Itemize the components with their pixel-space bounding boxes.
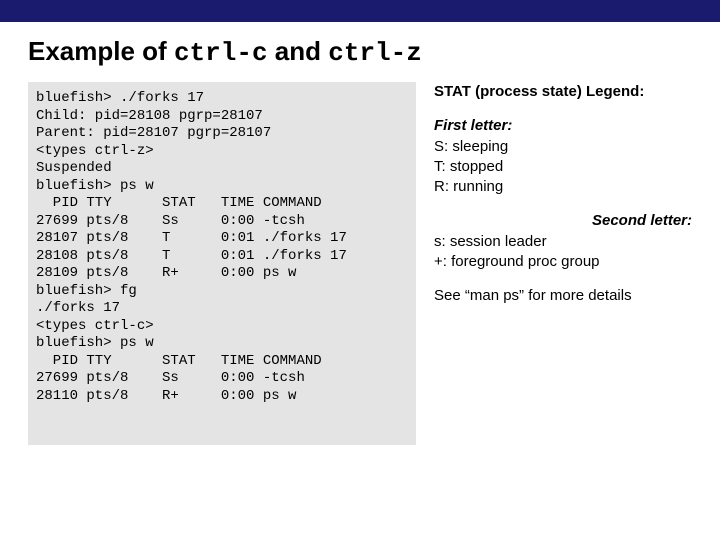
title-code-1: ctrl-c bbox=[174, 38, 268, 68]
first-letter-label: First letter: bbox=[434, 116, 692, 136]
title-mid: and bbox=[268, 36, 329, 66]
legend-t: T: stopped bbox=[434, 157, 692, 177]
legend-header: STAT (process state) Legend: bbox=[434, 82, 692, 102]
title-pre: Example of bbox=[28, 36, 174, 66]
second-letter-label: Second letter: bbox=[434, 211, 692, 231]
legend-foreground: +: foreground proc group bbox=[434, 252, 692, 272]
terminal-output: bluefish> ./forks 17 Child: pid=28108 pg… bbox=[28, 82, 416, 445]
legend-panel: STAT (process state) Legend: First lette… bbox=[434, 82, 692, 306]
legend-more: See “man ps” for more details bbox=[434, 286, 692, 306]
two-column: bluefish> ./forks 17 Child: pid=28108 pg… bbox=[28, 82, 692, 445]
title-code-2: ctrl-z bbox=[328, 38, 422, 68]
legend-first-letter: First letter: S: sleeping T: stopped R: … bbox=[434, 116, 692, 197]
legend-second-letter: Second letter: s: session leader +: fore… bbox=[434, 211, 692, 272]
slide-content: Example of ctrl-c and ctrl-z bluefish> .… bbox=[0, 22, 720, 465]
top-bar bbox=[0, 0, 720, 22]
legend-session-leader: s: session leader bbox=[434, 232, 692, 252]
legend-s: S: sleeping bbox=[434, 137, 692, 157]
legend-r: R: running bbox=[434, 177, 692, 197]
slide-title: Example of ctrl-c and ctrl-z bbox=[28, 36, 692, 68]
